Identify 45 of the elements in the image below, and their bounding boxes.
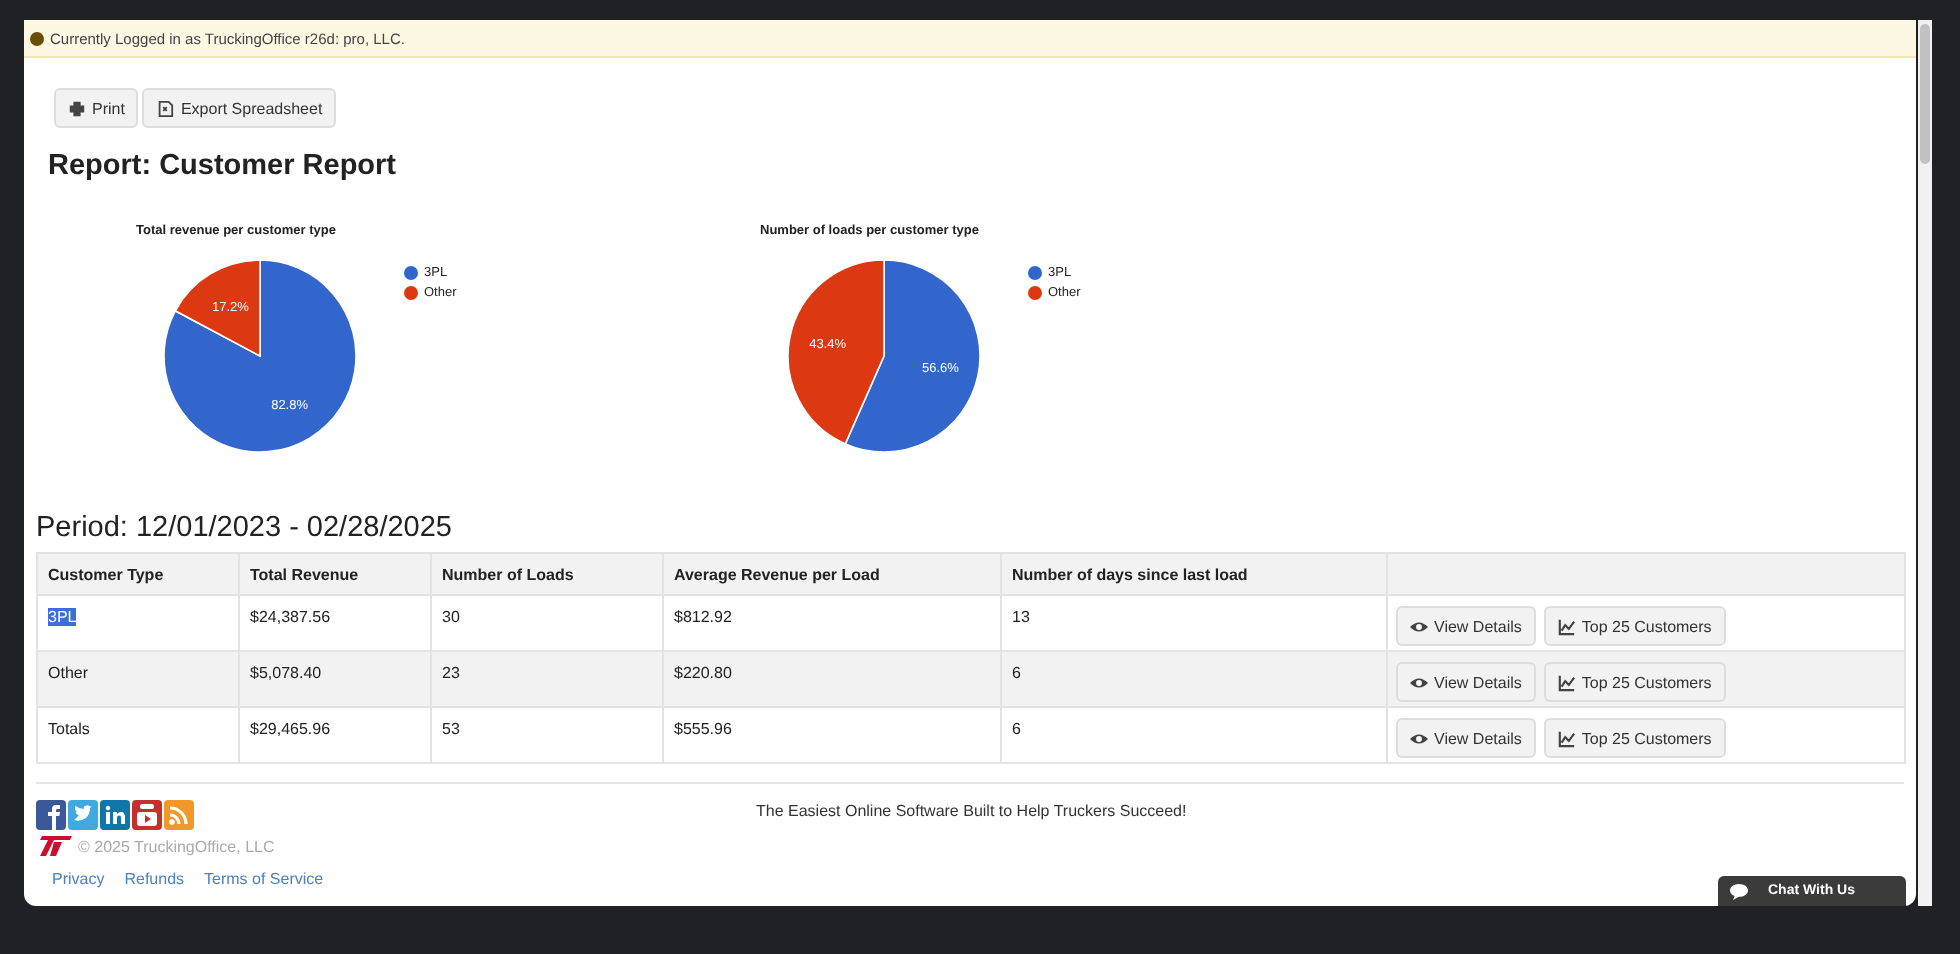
view-details-button[interactable]: View Details — [1396, 606, 1536, 646]
table-cell: $555.96 — [663, 707, 1001, 763]
column-header: Number of days since last load — [1001, 553, 1387, 595]
table-cell: $220.80 — [663, 651, 1001, 707]
table-cell: Totals — [48, 720, 90, 738]
linkedin-icon[interactable] — [100, 800, 130, 830]
eye-icon — [1410, 617, 1428, 635]
report-title: Report: Customer Report — [48, 150, 397, 182]
eye-icon — [1410, 673, 1428, 691]
column-header: Total Revenue — [239, 553, 431, 595]
logo-icon — [36, 836, 72, 856]
tagline: The Easiest Online Software Built to Help Truckers Succeed! — [756, 802, 1187, 824]
table-cell: 6 — [1001, 707, 1387, 763]
footer-link[interactable]: Terms of Service — [204, 870, 324, 888]
view-details-button[interactable]: View Details — [1396, 662, 1536, 702]
video-icon[interactable] — [132, 800, 162, 830]
scrollbar[interactable] — [1918, 20, 1932, 906]
line-chart-icon — [1557, 673, 1576, 691]
column-header: Average Revenue per Load — [663, 553, 1001, 595]
top-customers-button[interactable]: Top 25 Customers — [1543, 718, 1726, 758]
top-customers-button[interactable]: Top 25 Customers — [1543, 662, 1726, 702]
table-cell: $5,078.40 — [239, 651, 431, 707]
column-header: Customer Type — [37, 553, 239, 595]
facebook-icon[interactable] — [36, 800, 66, 830]
table-cell: 6 — [1001, 651, 1387, 707]
line-chart-icon — [1557, 617, 1576, 635]
line-chart-icon — [1557, 729, 1576, 747]
top-customers-button[interactable]: Top 25 Customers — [1543, 606, 1726, 646]
column-header: Number of Loads — [431, 553, 663, 595]
period-heading: Period: 12/01/2023 - 02/28/2025 — [36, 512, 452, 544]
table-cell: $29,465.96 — [239, 707, 431, 763]
table-cell: Other — [48, 664, 89, 682]
speech-bubble-icon — [1730, 883, 1748, 899]
table-cell: 53 — [431, 707, 663, 763]
eye-icon — [1410, 729, 1428, 747]
footer-link[interactable]: Privacy — [52, 870, 105, 888]
view-details-button[interactable]: View Details — [1396, 718, 1536, 758]
print-button[interactable]: Print — [54, 88, 139, 128]
document-icon — [156, 99, 175, 117]
copyright-text: © 2025 TruckingOffice, LLC — [78, 837, 275, 855]
info-icon — [30, 31, 44, 45]
table-cell: 23 — [431, 651, 663, 707]
export-button[interactable]: Export Spreadsheet — [142, 88, 337, 128]
footer-link[interactable]: Refunds — [124, 870, 185, 888]
table-cell: 3PL — [48, 608, 77, 626]
